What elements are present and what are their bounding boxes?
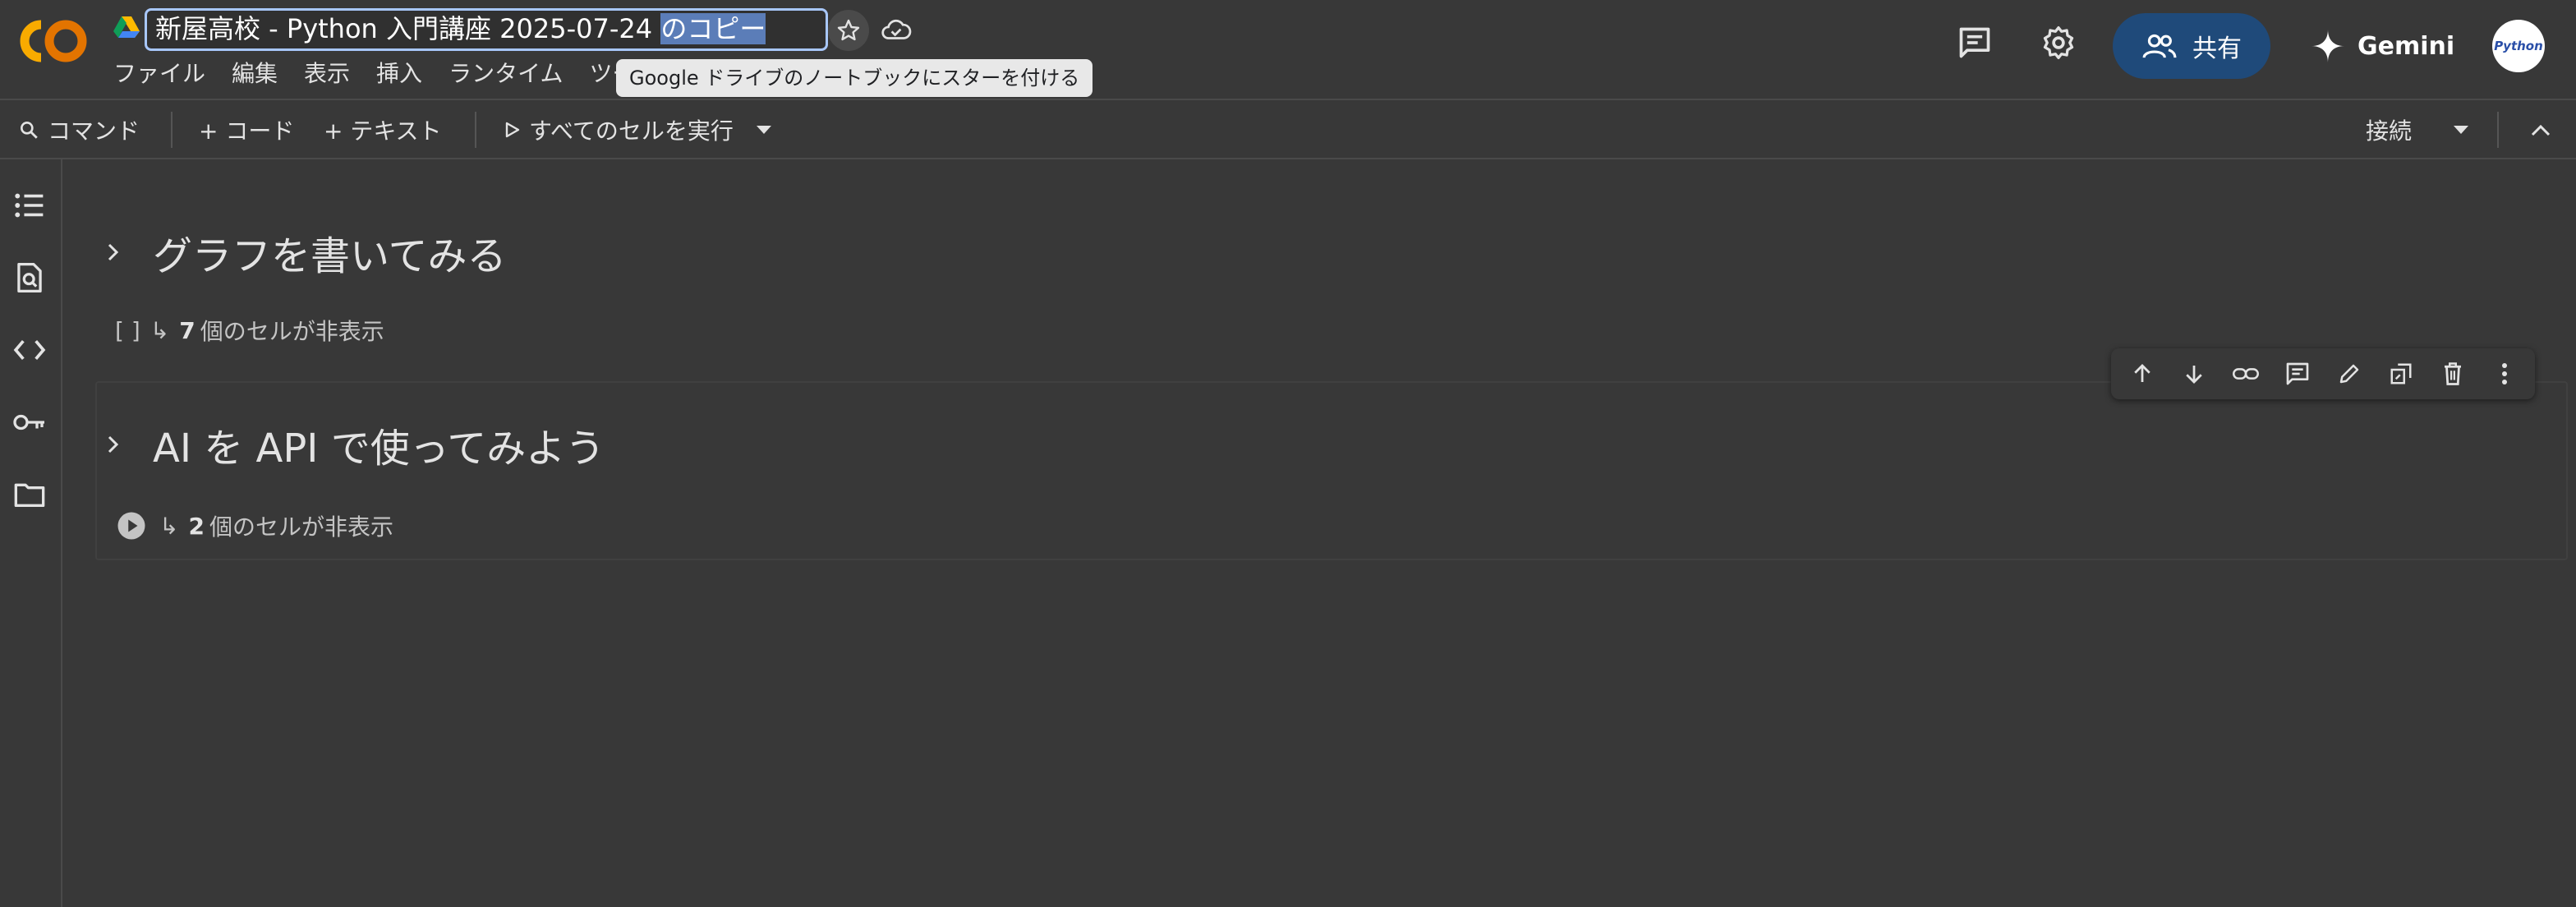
command-palette-button[interactable]: コマンド	[18, 100, 140, 159]
hidden-cell-count: 7	[179, 316, 196, 344]
section-title: AI を API で使ってみよう	[153, 426, 605, 472]
edit-cell-button[interactable]	[2330, 354, 2369, 394]
google-drive-icon[interactable]	[113, 15, 140, 39]
expand-section-button[interactable]	[97, 236, 130, 269]
caret-down-icon	[754, 123, 774, 136]
table-of-contents-button[interactable]	[10, 186, 49, 225]
arrow-down-icon	[2182, 361, 2206, 386]
section-header: グラフを書いてみる	[97, 223, 507, 281]
more-vert-icon	[2500, 361, 2509, 386]
gemini-button[interactable]: Gemini	[2300, 13, 2481, 79]
run-section-button[interactable]	[117, 511, 146, 541]
pencil-icon	[2337, 361, 2362, 386]
star-tooltip: Google ドライブのノートブックにスターを付ける	[616, 59, 1093, 97]
trash-icon	[2441, 361, 2464, 386]
toc-list-icon	[13, 191, 46, 220]
delete-cell-button[interactable]	[2433, 354, 2472, 394]
side-rail	[0, 159, 62, 907]
document-search-icon	[15, 261, 44, 294]
link-icon	[2232, 366, 2260, 382]
menu-edit[interactable]: 編集	[232, 58, 278, 90]
colab-logo-icon[interactable]	[16, 18, 89, 64]
add-text-label: + テキスト	[324, 117, 442, 145]
chevron-right-icon	[105, 432, 122, 457]
menu-view[interactable]: 表示	[304, 58, 350, 90]
toolbar-divider	[475, 112, 476, 148]
play-outline-icon	[504, 121, 521, 139]
copy-link-button[interactable]	[2226, 354, 2266, 394]
cell-brackets: [ ]	[115, 316, 140, 344]
hidden-cells-row[interactable]: [ ] ↳ 7 個のセルが非表示	[115, 314, 384, 347]
hidden-cells-row[interactable]: ↳ 2 個のセルが非表示	[117, 509, 393, 542]
arrow-return-icon: ↳	[159, 512, 179, 540]
run-all-label: すべてのセルを実行	[529, 117, 734, 145]
app-header: 新屋高校 - Python 入門講座 2025-07-24 のコピー ファイル …	[0, 0, 2576, 99]
files-button[interactable]	[10, 475, 49, 514]
toolbar-divider	[2497, 112, 2499, 148]
arrow-up-icon	[2130, 361, 2155, 386]
run-options-dropdown[interactable]	[754, 100, 774, 159]
settings-button[interactable]	[2039, 23, 2078, 62]
title-text: 新屋高校 - Python 入門講座 2025-07-24	[155, 13, 661, 44]
share-button[interactable]: 共有	[2113, 13, 2270, 79]
cell-toolbar	[2111, 348, 2535, 399]
add-code-button[interactable]: + コード	[199, 100, 294, 159]
cloud-icon	[881, 17, 912, 44]
gear-icon	[2040, 25, 2077, 61]
connect-options-dropdown[interactable]	[2451, 100, 2471, 159]
cloud-save-status-button[interactable]	[876, 10, 917, 51]
people-icon	[2141, 31, 2178, 61]
connect-button[interactable]: 接続	[2366, 100, 2412, 159]
collapse-header-button[interactable]	[2528, 100, 2553, 159]
section-title: グラフを書いてみる	[153, 233, 507, 279]
code-snippets-button[interactable]	[10, 330, 49, 370]
add-code-label: + コード	[199, 117, 295, 145]
gemini-label: Gemini	[2358, 31, 2455, 61]
key-icon	[12, 412, 47, 433]
folder-icon	[13, 481, 46, 509]
hidden-cells-label: 個のセルが非表示	[200, 318, 384, 345]
secrets-button[interactable]	[10, 403, 49, 442]
notebook-title-input[interactable]: 新屋高校 - Python 入門講座 2025-07-24 のコピー	[145, 8, 828, 51]
code-brackets-icon	[13, 338, 46, 362]
notebook-toolbar: コマンド + コード + テキスト すべてのセルを実行 接続	[0, 99, 2576, 159]
section-header: AI を API で使ってみよう	[97, 416, 605, 473]
hidden-cells-label: 個のセルが非表示	[209, 513, 393, 541]
menu-file[interactable]: ファイル	[113, 58, 205, 90]
comment-icon	[1957, 25, 1993, 61]
mirror-cell-button[interactable]	[2381, 354, 2421, 394]
title-selected-text: のコピー	[660, 13, 766, 44]
chevron-up-icon	[2528, 122, 2553, 138]
menu-bar: ファイル 編集 表示 挿入 ランタイム ツー	[113, 58, 662, 90]
command-label: コマンド	[48, 117, 140, 145]
chevron-right-icon	[105, 240, 122, 265]
menu-insert[interactable]: 挿入	[376, 58, 422, 90]
find-replace-button[interactable]	[10, 258, 49, 297]
arrow-return-icon: ↳	[150, 316, 170, 344]
connect-label: 接続	[2366, 117, 2413, 145]
move-cell-up-button[interactable]	[2123, 354, 2162, 394]
search-icon	[18, 119, 39, 140]
comment-icon	[2284, 361, 2311, 387]
avatar-text: Python	[2494, 39, 2543, 53]
run-all-button[interactable]: すべてのセルを実行	[504, 100, 734, 159]
toolbar-divider	[171, 112, 172, 148]
add-comment-button[interactable]	[2278, 354, 2317, 394]
comments-button[interactable]	[1955, 23, 1994, 62]
more-actions-button[interactable]	[2485, 354, 2524, 394]
mirror-cell-icon	[2389, 361, 2413, 386]
menu-runtime[interactable]: ランタイム	[448, 58, 563, 90]
expand-section-button[interactable]	[97, 428, 130, 461]
hidden-cell-count: 2	[188, 512, 205, 540]
star-icon	[835, 17, 862, 44]
share-label: 共有	[2192, 35, 2242, 63]
account-avatar[interactable]: Python	[2492, 20, 2545, 72]
move-cell-down-button[interactable]	[2174, 354, 2214, 394]
play-circle-icon	[117, 511, 146, 541]
star-button[interactable]	[828, 10, 869, 51]
add-text-button[interactable]: + テキスト	[324, 100, 442, 159]
gemini-sparkle-icon	[2310, 28, 2346, 64]
caret-down-icon	[2451, 123, 2471, 136]
